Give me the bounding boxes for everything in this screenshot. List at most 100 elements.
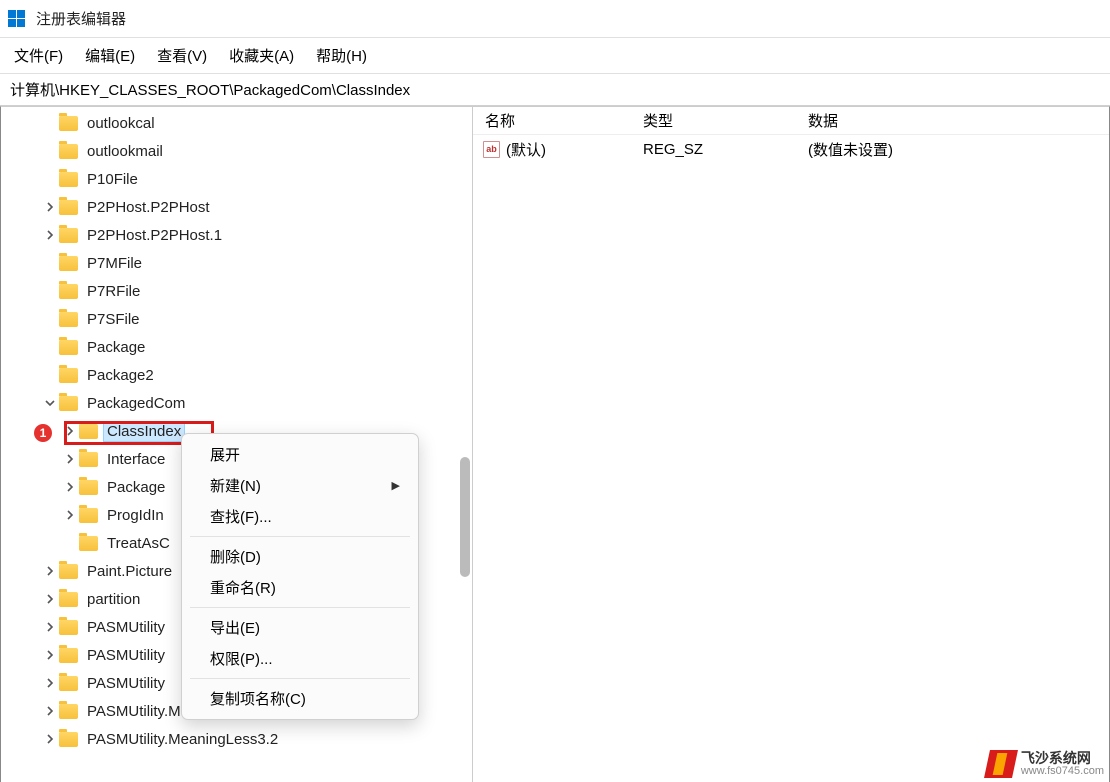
tree-node-label: PASMUtility [87,675,165,692]
tree-node-label: PASMUtility [87,619,165,636]
menu-copy-key-name-label: 复制项名称(C) [210,688,306,709]
menu-favorites[interactable]: 收藏夹(A) [229,45,294,66]
string-value-icon: ab [483,141,500,158]
chevron-down-icon[interactable] [43,396,57,410]
tree-node-label: P7SFile [87,311,140,328]
chevron-right-icon[interactable] [43,564,57,578]
chevron-right-icon[interactable] [63,508,77,522]
tree-node-label: P7RFile [87,283,140,300]
menu-new[interactable]: 新建(N) ▶ [182,470,418,501]
menu-rename-label: 重命名(R) [210,577,276,598]
tree-node-label: P2PHost.P2PHost [87,199,210,216]
chevron-right-icon[interactable] [43,228,57,242]
menu-file[interactable]: 文件(F) [14,45,63,66]
tree-node-label: ClassIndex [107,423,181,440]
chevron-right-icon: ▶ [392,479,400,492]
menu-permissions-label: 权限(P)... [210,648,273,669]
tree-node-label: PASMUtility [87,647,165,664]
tree-node-label: outlookmail [87,143,163,160]
menu-help[interactable]: 帮助(H) [316,45,367,66]
chevron-right-icon[interactable] [43,592,57,606]
values-list[interactable]: ab (默认) REG_SZ(数值未设置) [473,135,1109,163]
column-name[interactable]: 名称 [473,110,643,131]
tree-node-label: Paint.Picture [87,563,172,580]
chevron-right-icon[interactable] [43,648,57,662]
window-title: 注册表编辑器 [36,8,126,29]
column-type[interactable]: 类型 [643,110,808,131]
column-data[interactable]: 数据 [808,110,1109,131]
tree-node-label: P2PHost.P2PHost.1 [87,227,222,244]
menu-delete[interactable]: 删除(D) [182,541,418,572]
tree-node[interactable]: P7SFile [1,305,472,333]
folder-icon [59,228,78,243]
folder-icon [59,200,78,215]
folder-icon [59,704,78,719]
tree-node-label: partition [87,591,140,608]
menu-find[interactable]: 查找(F)... [182,501,418,532]
chevron-right-icon[interactable] [63,424,77,438]
folder-icon [59,592,78,607]
menu-copy-key-name[interactable]: 复制项名称(C) [182,683,418,714]
context-menu: 展开 新建(N) ▶ 查找(F)... 删除(D) 重命名(R) 导出(E) 权… [181,433,419,720]
value-type: REG_SZ [643,141,808,158]
chevron-right-icon[interactable] [43,732,57,746]
menu-export[interactable]: 导出(E) [182,612,418,643]
tree-node[interactable]: P7RFile [1,277,472,305]
tree-node[interactable]: P2PHost.P2PHost.1 [1,221,472,249]
menu-export-label: 导出(E) [210,617,260,638]
menu-separator [190,607,410,608]
tree-node-label: outlookcal [87,115,155,132]
tree-node-label: P7MFile [87,255,142,272]
value-name: (默认) [506,139,546,160]
menu-find-label: 查找(F)... [210,506,272,527]
folder-icon [59,340,78,355]
regedit-icon [8,10,26,28]
folder-icon [79,508,98,523]
watermark-title: 飞沙系统网 [1021,751,1104,766]
menu-rename[interactable]: 重命名(R) [182,572,418,603]
folder-icon [79,480,98,495]
folder-icon [59,284,78,299]
tree-node-label: Package [107,479,165,496]
address-path: 计算机\HKEY_CLASSES_ROOT\PackagedCom\ClassI… [10,79,410,100]
menu-edit[interactable]: 编辑(E) [85,45,135,66]
menu-expand[interactable]: 展开 [182,439,418,470]
menu-expand-label: 展开 [210,444,240,465]
chevron-right-icon[interactable] [63,480,77,494]
folder-icon [59,116,78,131]
menu-permissions[interactable]: 权限(P)... [182,643,418,674]
chevron-right-icon[interactable] [43,704,57,718]
tree-node[interactable]: Package2 [1,361,472,389]
chevron-right-icon[interactable] [43,676,57,690]
addressbar[interactable]: 计算机\HKEY_CLASSES_ROOT\PackagedCom\ClassI… [0,74,1110,106]
tree-node[interactable]: PASMUtility.MeaningLess3.2 [1,725,472,753]
tree-node-label: PackagedCom [87,395,185,412]
folder-icon [59,368,78,383]
tree-node[interactable]: P10File [1,165,472,193]
menu-separator [190,678,410,679]
chevron-right-icon[interactable] [63,452,77,466]
tree-node[interactable]: P2PHost.P2PHost [1,193,472,221]
menu-separator [190,536,410,537]
main-area: outlookcal outlookmail P10File P2PHost.P2PH… [0,106,1110,782]
folder-icon [59,564,78,579]
menu-new-label: 新建(N) [210,475,261,496]
chevron-right-icon[interactable] [43,620,57,634]
tree-node-label: TreatAsC [107,535,170,552]
tree-node[interactable]: Package [1,333,472,361]
tree-node[interactable]: P7MFile [1,249,472,277]
value-data: (数值未设置) [808,139,1109,160]
tree-node[interactable]: outlookmail [1,137,472,165]
tree-node-label: Interface [107,451,165,468]
value-row[interactable]: ab (默认) REG_SZ(数值未设置) [473,135,1109,163]
tree-pane: outlookcal outlookmail P10File P2PHost.P2PH… [1,107,473,782]
chevron-right-icon[interactable] [43,200,57,214]
menu-view[interactable]: 查看(V) [157,45,207,66]
folder-icon [59,396,78,411]
tree-node[interactable]: outlookcal [1,109,472,137]
tree-scrollbar-thumb[interactable] [460,457,470,577]
tree-node[interactable]: PackagedCom [1,389,472,417]
values-pane: 名称 类型 数据 ab (默认) REG_SZ(数值未设置) [473,107,1109,782]
folder-icon [59,732,78,747]
tree-node-label: ProgIdIn [107,507,164,524]
